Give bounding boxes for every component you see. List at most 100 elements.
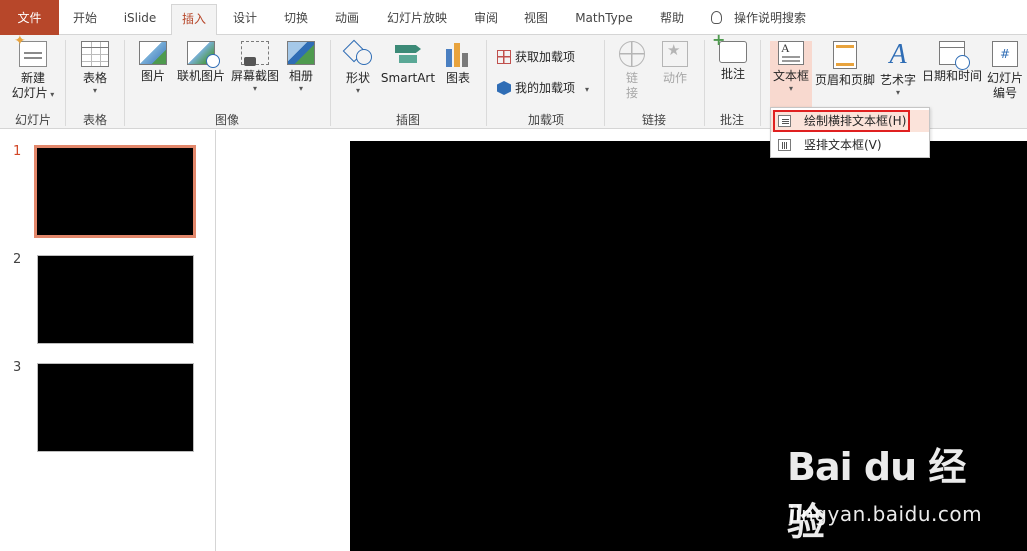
get-addins-button[interactable]: 获取加载项: [497, 47, 575, 67]
group-divider: [330, 40, 331, 126]
comment-label: 批注: [720, 67, 745, 81]
tell-me-search[interactable]: 操作说明搜索: [711, 0, 806, 35]
tab-file[interactable]: 文件: [0, 0, 59, 35]
picture-label: 图片: [140, 69, 165, 83]
my-addins-button[interactable]: 我的加载项 ▾: [497, 78, 589, 98]
tab-insert[interactable]: 插入: [171, 4, 217, 36]
table-label: 表格: [82, 71, 107, 85]
tab-help[interactable]: 帮助: [648, 0, 696, 35]
slide-number-button[interactable]: # 幻灯片 编号: [985, 41, 1025, 101]
table-icon: [81, 41, 109, 67]
new-slide-button[interactable]: 新建 幻灯片 ▾: [6, 34, 60, 102]
tab-home[interactable]: 开始: [59, 0, 111, 35]
shapes-button[interactable]: 形状 ▾: [340, 41, 376, 96]
group-label-tables: 表格: [82, 113, 107, 127]
new-comment-icon: [712, 32, 747, 63]
action-label: 动作: [662, 71, 687, 85]
tab-islide[interactable]: iSlide: [111, 0, 169, 35]
group-label-slides: 幻灯片: [14, 113, 51, 127]
chevron-down-icon: ▾: [788, 84, 793, 93]
header-footer-button[interactable]: 页眉和页脚: [813, 41, 877, 88]
picture-button[interactable]: 图片: [134, 41, 172, 84]
chevron-down-icon: ▾: [92, 86, 97, 95]
smartart-icon: [393, 41, 423, 67]
slide-thumbnail-1[interactable]: [34, 145, 196, 238]
tab-view[interactable]: 视图: [512, 0, 560, 35]
baidu-jingyan-watermark: Bai du 经验 jingyan.baidu.com: [787, 436, 987, 544]
date-time-button[interactable]: 日期和时间: [920, 41, 984, 84]
online-picture-icon: [187, 41, 220, 68]
tab-transitions[interactable]: 切换: [272, 0, 320, 35]
screenshot-icon: [241, 41, 269, 66]
my-addins-label: 我的加载项: [515, 81, 576, 95]
smartart-button[interactable]: SmartArt: [380, 41, 436, 86]
table-button[interactable]: 表格 ▾: [70, 41, 120, 96]
link-button[interactable]: 链 接: [614, 41, 650, 101]
smartart-label: SmartArt: [380, 71, 436, 85]
shapes-label: 形状: [345, 71, 370, 85]
star-action-icon: [662, 41, 688, 67]
online-picture-button[interactable]: 联机图片: [174, 41, 228, 84]
chevron-down-icon: ▾: [585, 85, 590, 94]
textbox-button[interactable]: A 文本框 ▾: [770, 41, 812, 107]
action-button[interactable]: 动作: [656, 41, 694, 86]
chart-icon: [444, 41, 472, 67]
group-label-comments: 批注: [719, 113, 744, 127]
vertical-textbox-icon: [778, 139, 791, 151]
group-label-illustrations: 插图: [395, 113, 420, 127]
slide-thumbnail-pane: 1 2 3: [0, 130, 216, 551]
tab-slideshow[interactable]: 幻灯片放映: [374, 0, 460, 35]
group-label-links: 链接: [641, 113, 666, 127]
lightbulb-icon: [711, 11, 722, 24]
watermark-logo: Bai du 经验: [787, 445, 966, 544]
comment-button[interactable]: 批注: [712, 32, 752, 82]
watermark-url: jingyan.baidu.com: [789, 502, 983, 526]
group-label-images: 图像: [214, 113, 239, 127]
menu-item-vertical-textbox[interactable]: 竖排文本框(V): [771, 134, 929, 156]
tab-review[interactable]: 审阅: [462, 0, 510, 35]
album-label: 相册: [288, 69, 313, 83]
highlight-annotation-box: [773, 110, 910, 132]
group-divider: [486, 40, 487, 126]
wordart-button[interactable]: A 艺术字 ▾: [878, 41, 918, 98]
slide-thumbnail-3[interactable]: [37, 363, 194, 452]
group-divider: [65, 40, 66, 126]
tab-animations[interactable]: 动画: [322, 0, 372, 35]
chevron-down-icon: ▾: [252, 84, 257, 93]
store-icon: [497, 50, 511, 64]
screenshot-button[interactable]: 屏幕截图 ▾: [229, 41, 281, 94]
ribbon-tab-bar: 文件 开始 iSlide 插入 设计 切换 动画 幻灯片放映 审阅 视图 Mat…: [0, 0, 1027, 36]
tab-mathtype[interactable]: MathType: [562, 0, 646, 35]
tell-me-label: 操作说明搜索: [734, 11, 807, 25]
menu-item-label: 竖排文本框(V): [804, 138, 882, 152]
group-divider: [604, 40, 605, 126]
chevron-down-icon: ▾: [355, 86, 360, 95]
slide-number-label-2: 编号: [992, 86, 1017, 100]
chevron-down-icon: ▾: [895, 88, 900, 97]
group-label-addins: 加载项: [527, 113, 564, 127]
group-divider: [760, 40, 761, 126]
wordart-icon: A: [889, 39, 907, 70]
chevron-down-icon: ▾: [298, 84, 303, 93]
date-time-label: 日期和时间: [921, 69, 982, 83]
slide-number-3: 3: [13, 360, 22, 375]
slide-number-1: 1: [13, 144, 22, 159]
get-addins-label: 获取加载项: [515, 50, 576, 64]
chart-label: 图表: [445, 71, 470, 85]
picture-icon: [139, 41, 167, 65]
calendar-clock-icon: [939, 41, 970, 70]
textbox-label: 文本框: [772, 69, 809, 83]
chart-button[interactable]: 图表: [440, 41, 476, 86]
slide-number-label: 幻灯片: [986, 71, 1023, 85]
new-slide-icon: [14, 34, 47, 67]
header-footer-icon: [833, 41, 857, 69]
link-label-2: 接: [625, 86, 638, 100]
album-button[interactable]: 相册 ▾: [284, 41, 318, 94]
wordart-label: 艺术字: [879, 73, 916, 87]
globe-link-icon: [619, 41, 645, 67]
photo-album-icon: [287, 41, 315, 65]
tab-design[interactable]: 设计: [220, 0, 270, 35]
slide-thumbnail-2[interactable]: [37, 255, 194, 344]
new-slide-label-2: 幻灯片: [11, 86, 48, 100]
shapes-icon: [344, 41, 372, 67]
